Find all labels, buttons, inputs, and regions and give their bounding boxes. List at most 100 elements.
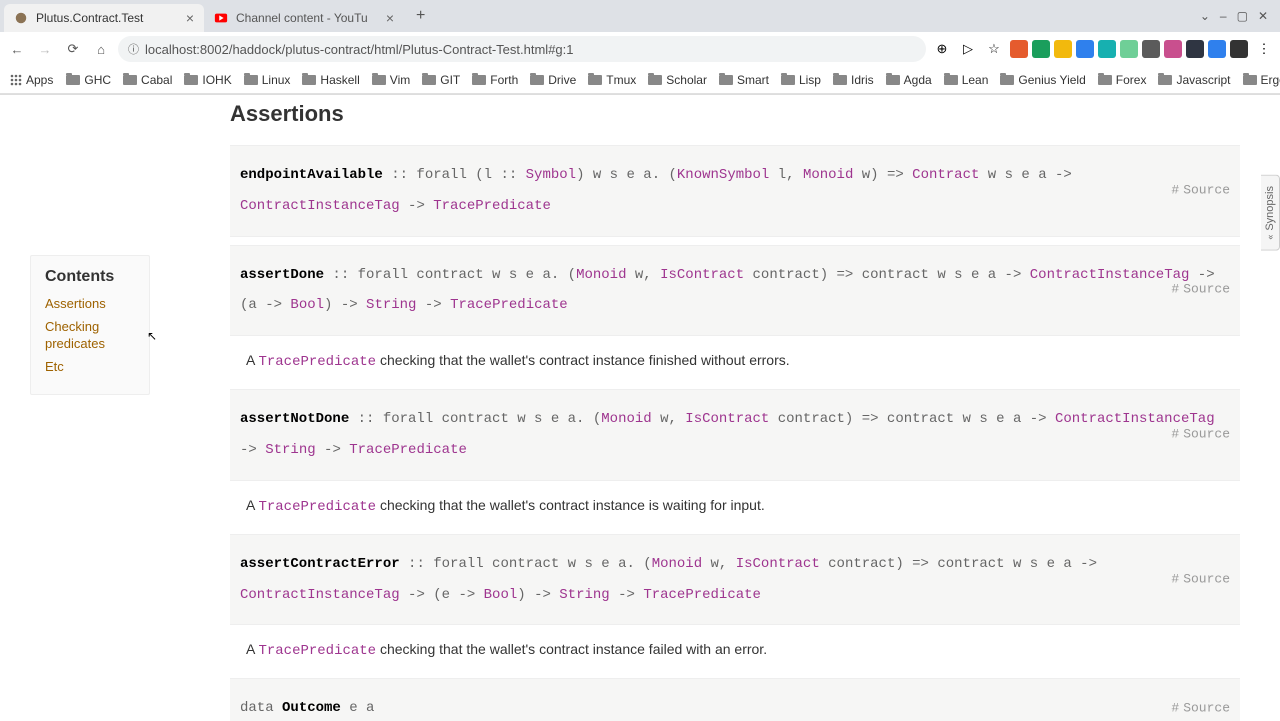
type-link-iscontract[interactable]: IsContract xyxy=(660,267,744,283)
extension-icon[interactable] xyxy=(1010,40,1028,58)
maximize-icon[interactable]: ▢ xyxy=(1237,9,1248,23)
function-name[interactable]: assertDone xyxy=(240,267,324,283)
page-viewport[interactable]: « Synopsis Contents Assertions Checking … xyxy=(0,95,1280,721)
type-link-symbol[interactable]: Symbol xyxy=(526,167,576,183)
bookmark-item[interactable]: GHC xyxy=(61,71,116,89)
bookmark-item[interactable]: Lean xyxy=(939,71,994,89)
function-name[interactable]: assertContractError xyxy=(240,556,400,572)
bookmark-item[interactable]: Vim xyxy=(367,71,415,89)
tab-inactive[interactable]: Channel content - YouTu × xyxy=(204,4,404,32)
extension-icon[interactable] xyxy=(1208,40,1226,58)
bookmark-item[interactable]: Scholar xyxy=(643,71,712,89)
type-link-monoid[interactable]: Monoid xyxy=(601,411,651,427)
type-link-tracepredicate[interactable]: TracePredicate xyxy=(349,442,467,458)
type-link-tracepredicate[interactable]: TracePredicate xyxy=(433,198,551,214)
type-link-contractinstancetag[interactable]: ContractInstanceTag xyxy=(1030,267,1190,283)
extension-icon[interactable] xyxy=(1186,40,1204,58)
reload-button[interactable]: ⟳ xyxy=(62,38,84,60)
bookmark-item[interactable]: GIT xyxy=(417,71,465,89)
function-name[interactable]: assertNotDone xyxy=(240,411,349,427)
menu-icon[interactable]: ⋮ xyxy=(1254,39,1274,59)
main-content: Assertions #Source endpointAvailable :: … xyxy=(230,95,1240,721)
play-icon[interactable]: ▷ xyxy=(958,39,978,59)
bookmark-item[interactable]: Forex xyxy=(1093,71,1152,89)
source-link[interactable]: #Source xyxy=(1171,565,1230,594)
extension-icon[interactable] xyxy=(1054,40,1072,58)
extension-icon[interactable] xyxy=(1230,40,1248,58)
extension-icon[interactable] xyxy=(1120,40,1138,58)
close-icon[interactable]: × xyxy=(186,10,194,26)
type-link-iscontract[interactable]: IsContract xyxy=(736,556,820,572)
star-icon[interactable]: ☆ xyxy=(984,39,1004,59)
type-link-tracepredicate[interactable]: TracePredicate xyxy=(643,587,761,603)
bookmark-item[interactable]: Linux xyxy=(239,71,296,89)
bookmark-item[interactable]: Genius Yield xyxy=(995,71,1090,89)
doc-assertDone: A TracePredicate checking that the walle… xyxy=(230,344,1240,389)
site-info-icon[interactable]: ⓘ xyxy=(128,41,139,57)
tab-active[interactable]: Plutus.Contract.Test × xyxy=(4,4,204,32)
type-link-tracepredicate[interactable]: TracePredicate xyxy=(450,297,568,313)
type-link-contractinstancetag[interactable]: ContractInstanceTag xyxy=(240,198,400,214)
forward-button[interactable]: → xyxy=(34,38,56,60)
type-link-monoid[interactable]: Monoid xyxy=(803,167,853,183)
bookmark-item[interactable]: Lisp xyxy=(776,71,826,89)
bookmark-item[interactable]: Cabal xyxy=(118,71,177,89)
extension-icon[interactable] xyxy=(1076,40,1094,58)
type-link-tracepredicate[interactable]: TracePredicate xyxy=(258,354,376,370)
function-name[interactable]: endpointAvailable xyxy=(240,167,383,183)
type-link-knownsymbol[interactable]: KnownSymbol xyxy=(677,167,769,183)
extension-icon[interactable] xyxy=(1142,40,1160,58)
new-tab-button[interactable]: + xyxy=(410,7,431,25)
zoom-icon[interactable]: ⊕ xyxy=(932,39,952,59)
type-link-string[interactable]: String xyxy=(366,297,416,313)
bookmark-item[interactable]: Javascript xyxy=(1153,71,1235,89)
bookmark-item[interactable]: Haskell xyxy=(297,71,364,89)
sidebar-item-assertions[interactable]: Assertions xyxy=(45,296,135,313)
url-bar[interactable]: ⓘ localhost:8002/haddock/plutus-contract… xyxy=(118,36,926,62)
type-link-bool[interactable]: Bool xyxy=(484,587,518,603)
folder-icon xyxy=(833,75,847,85)
type-link-string[interactable]: String xyxy=(265,442,315,458)
sidebar-item-checking-predicates[interactable]: Checking predicates xyxy=(45,319,135,353)
source-link[interactable]: #Source xyxy=(1171,694,1230,721)
minimize-icon[interactable]: ‒ xyxy=(1220,9,1227,23)
doc-assertContractError: A TracePredicate checking that the walle… xyxy=(230,633,1240,678)
back-button[interactable]: ← xyxy=(6,38,28,60)
type-link-bool[interactable]: Bool xyxy=(290,297,324,313)
folder-icon xyxy=(123,75,137,85)
bookmark-item[interactable]: Agda xyxy=(881,71,937,89)
type-link-string[interactable]: String xyxy=(559,587,609,603)
bookmark-item[interactable]: Idris xyxy=(828,71,879,89)
bookmark-item[interactable]: Forth xyxy=(467,71,523,89)
apps-icon xyxy=(10,74,22,86)
bookmark-item[interactable]: Ergo xyxy=(1238,71,1280,89)
bookmark-item[interactable]: Tmux xyxy=(583,71,641,89)
bookmark-item[interactable]: Drive xyxy=(525,71,581,89)
type-link-tracepredicate[interactable]: TracePredicate xyxy=(258,643,376,659)
extension-icon[interactable] xyxy=(1098,40,1116,58)
bookmark-item[interactable]: Smart xyxy=(714,71,774,89)
source-link[interactable]: #Source xyxy=(1171,421,1230,450)
type-link-contractinstancetag[interactable]: ContractInstanceTag xyxy=(240,587,400,603)
chevron-down-icon[interactable]: ⌄ xyxy=(1200,9,1210,23)
folder-icon xyxy=(1098,75,1112,85)
source-link[interactable]: #Source xyxy=(1171,276,1230,305)
home-button[interactable]: ⌂ xyxy=(90,38,112,60)
extension-icon[interactable] xyxy=(1032,40,1050,58)
type-link-monoid[interactable]: Monoid xyxy=(652,556,702,572)
folder-icon xyxy=(719,75,733,85)
tab-title: Plutus.Contract.Test xyxy=(36,11,180,25)
type-link-monoid[interactable]: Monoid xyxy=(576,267,626,283)
close-icon[interactable]: × xyxy=(386,10,394,26)
source-link[interactable]: #Source xyxy=(1171,177,1230,206)
extension-icon[interactable] xyxy=(1164,40,1182,58)
type-name[interactable]: Outcome xyxy=(282,700,341,716)
type-link-tracepredicate[interactable]: TracePredicate xyxy=(258,499,376,515)
sidebar-item-etc[interactable]: Etc xyxy=(45,359,135,376)
apps-button[interactable]: Apps xyxy=(6,71,57,89)
synopsis-toggle[interactable]: « Synopsis xyxy=(1261,175,1280,251)
window-close-icon[interactable]: ✕ xyxy=(1258,9,1268,23)
type-link-contract[interactable]: Contract xyxy=(912,167,979,183)
type-link-iscontract[interactable]: IsContract xyxy=(685,411,769,427)
bookmark-item[interactable]: IOHK xyxy=(179,71,236,89)
